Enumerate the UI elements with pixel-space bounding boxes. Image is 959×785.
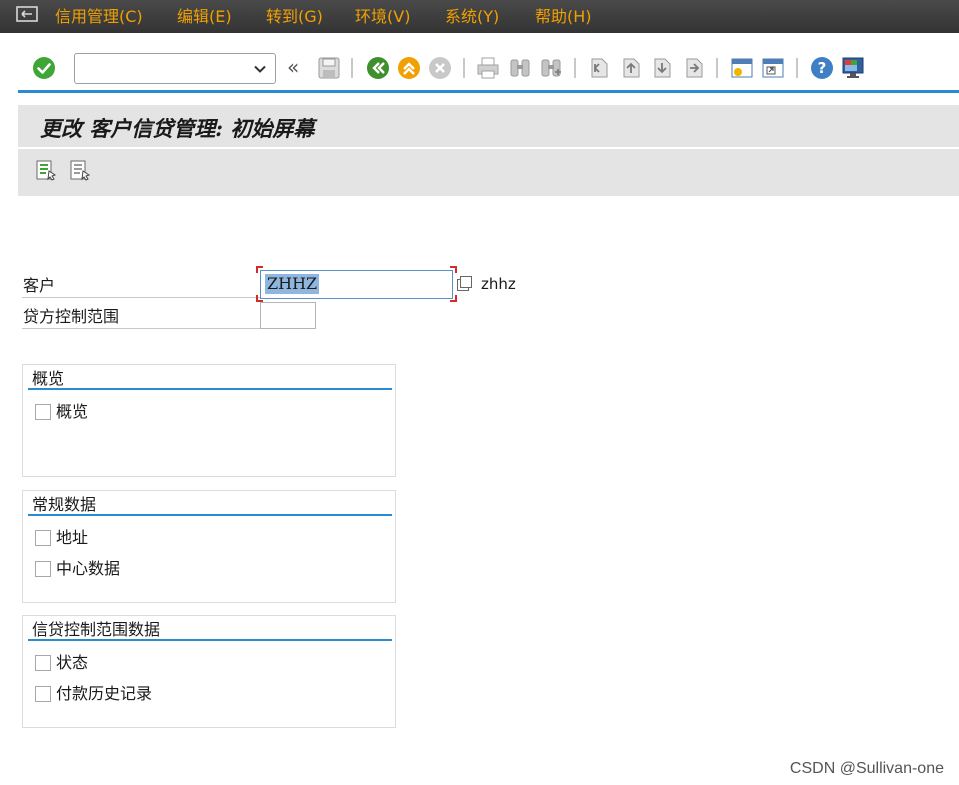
overview-checkbox-label[interactable]: 概览 (56, 401, 88, 423)
previous-page-icon[interactable] (619, 56, 643, 80)
credit-control-area-label: 贷方控制范围 (23, 307, 120, 326)
menu-goto[interactable]: 转到(G) (266, 6, 323, 28)
toolbar-separator (574, 58, 576, 78)
overview-group: 概览 概览 (22, 364, 396, 477)
payment-history-checkbox-label[interactable]: 付款历史记录 (56, 683, 152, 705)
value-help-icon[interactable] (456, 275, 474, 293)
page-title: 更改 客户信贷管理: 初始屏幕 (40, 116, 315, 141)
save-icon[interactable] (317, 56, 341, 80)
status-checkbox[interactable] (35, 655, 51, 671)
menu-toggle-icon[interactable] (16, 6, 38, 22)
customer-description: zhhz (481, 275, 516, 293)
application-toolbar (18, 149, 959, 196)
required-marker (256, 295, 263, 302)
watermark-text: CSDN @Sullivan-one (789, 760, 944, 777)
help-icon[interactable]: ? (810, 56, 834, 80)
group-divider (28, 639, 392, 641)
customer-value[interactable]: ZHHZ (265, 274, 320, 294)
menu-environment[interactable]: 环境(V) (355, 6, 410, 28)
address-checkbox-label[interactable]: 地址 (56, 527, 88, 549)
next-page-icon[interactable] (650, 56, 674, 80)
general-data-group-title: 常规数据 (32, 495, 97, 514)
menu-bar: 信用管理(C) 编辑(E) 转到(G) 环境(V) 系统(Y) 帮助(H) (0, 0, 959, 33)
menu-credit-management[interactable]: 信用管理(C) (55, 6, 143, 28)
chevron-down-icon[interactable] (253, 62, 267, 76)
credit-area-data-group: 信贷控制范围数据 状态 付款历史记录 (22, 615, 396, 728)
toolbar-separator (796, 58, 798, 78)
required-marker (450, 295, 457, 302)
shortcut-icon[interactable] (761, 56, 785, 80)
menu-help[interactable]: 帮助(H) (535, 6, 592, 28)
credit-area-data-group-title: 信贷控制范围数据 (32, 620, 161, 639)
command-input[interactable] (79, 58, 244, 79)
status-checkbox-label[interactable]: 状态 (56, 652, 88, 674)
last-page-icon[interactable] (682, 56, 706, 80)
toolbar-separator (463, 58, 465, 78)
find-next-icon[interactable] (539, 56, 563, 80)
credit-control-area-field[interactable] (260, 302, 316, 329)
first-page-icon[interactable] (587, 56, 611, 80)
menu-system[interactable]: 系统(Y) (445, 6, 499, 28)
central-data-checkbox[interactable] (35, 561, 51, 577)
deselect-all-icon[interactable] (69, 159, 91, 181)
menu-edit[interactable]: 编辑(E) (177, 6, 232, 28)
payment-history-checkbox[interactable] (35, 686, 51, 702)
required-marker (256, 266, 263, 273)
back-icon[interactable] (366, 56, 390, 80)
new-session-icon[interactable] (730, 56, 754, 80)
label-underline (22, 297, 260, 298)
title-bar: 更改 客户信贷管理: 初始屏幕 (18, 105, 959, 147)
group-divider (28, 514, 392, 516)
select-all-icon[interactable] (35, 159, 57, 181)
layout-icon[interactable] (841, 56, 865, 80)
group-divider (28, 388, 392, 390)
print-icon[interactable] (476, 56, 500, 80)
address-checkbox[interactable] (35, 530, 51, 546)
svg-text:?: ? (818, 59, 827, 77)
overview-checkbox[interactable] (35, 404, 51, 420)
cancel-icon[interactable] (428, 56, 452, 80)
collapse-command-field-icon[interactable]: « (287, 55, 307, 79)
general-data-group: 常规数据 地址 中心数据 (22, 490, 396, 603)
exit-icon[interactable] (397, 56, 421, 80)
enter-check-icon[interactable] (32, 56, 56, 80)
customer-field[interactable]: ZHHZ (260, 270, 453, 299)
command-field[interactable] (74, 53, 276, 84)
toolbar-separator (351, 58, 353, 78)
toolbar-separator (716, 58, 718, 78)
central-data-checkbox-label[interactable]: 中心数据 (56, 558, 120, 580)
customer-label: 客户 (23, 276, 56, 295)
toolbar-divider (18, 90, 959, 93)
required-marker (450, 266, 457, 273)
overview-group-title: 概览 (32, 369, 65, 388)
find-icon[interactable] (508, 56, 532, 80)
label-underline (22, 328, 260, 329)
